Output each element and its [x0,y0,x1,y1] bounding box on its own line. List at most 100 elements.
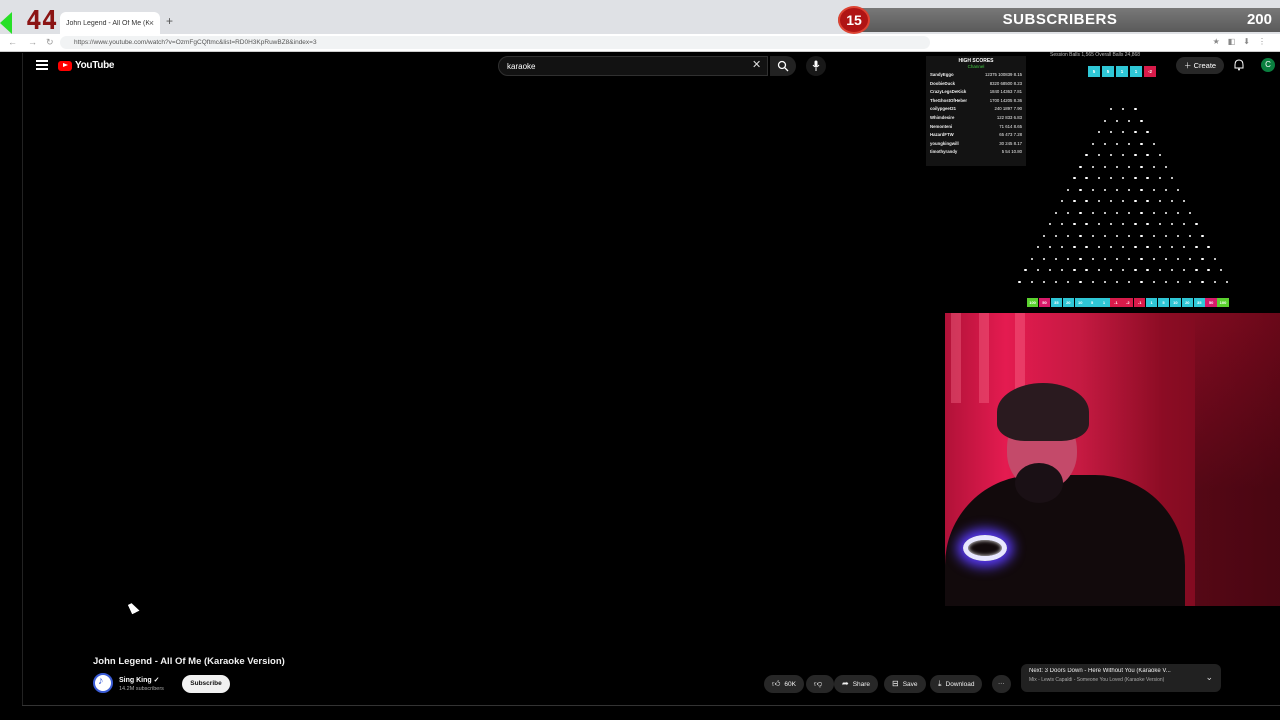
session-balls-info: Session Balls 1,565 Overall Balls 24,868 [1050,52,1141,58]
notifications-bell-icon[interactable] [1233,59,1245,71]
plinko-peg [1115,234,1119,237]
plinko-peg [1054,234,1058,237]
high-score-name: CrazyLegsDeKick [930,89,967,95]
next-in-mix-panel[interactable]: Next: 3 Doors Down - Here Without You (K… [1021,664,1221,692]
plinko-peg [1085,200,1088,203]
plinko-peg [1122,154,1125,157]
plinko-peg [1122,269,1125,272]
plinko-peg [1158,269,1161,272]
reload-icon[interactable]: ↻ [46,37,54,48]
plinko-peg [1091,280,1094,283]
share-button[interactable]: ➦ Share [834,675,879,693]
plinko-peg [1079,165,1082,168]
plinko-peg [1219,269,1222,272]
microphone-shape [1015,463,1063,503]
chevron-down-icon[interactable]: ⌄ [1205,672,1213,683]
plinko-peg [1128,280,1131,283]
account-avatar[interactable]: C [1261,58,1275,72]
plinko-peg [1097,154,1100,157]
plinko-peg [1091,257,1094,260]
high-score-name: youngkingwill [930,140,959,146]
high-score-row: coilypgeet21 240 1897 7.90 [930,105,1022,114]
high-score-name: HazardFTW [930,132,954,138]
plinko-peg [1134,108,1137,111]
create-label: Create [1193,61,1217,70]
plinko-peg [1030,257,1033,260]
plinko-peg [1152,257,1155,260]
plinko-peg [1109,223,1113,226]
plinko-peg [1097,177,1100,180]
recent-drop-chip: 5 [1088,66,1100,77]
plinko-peg [1097,246,1100,249]
plinko-peg [1103,165,1107,168]
youtube-wordmark: YouTube [75,60,115,71]
forward-arrow-icon[interactable]: → [28,37,37,47]
voice-search-button[interactable] [806,56,826,76]
plinko-peg [1146,223,1149,226]
plinko-peg [1122,131,1125,134]
plinko-peg [1042,257,1046,260]
download-button[interactable]: ⤓ Download [930,675,983,693]
plinko-peg [1109,246,1113,249]
plinko-peg [1189,280,1192,283]
plinko-peg [1183,246,1186,249]
channel-name[interactable]: Sing King ✓ [119,676,159,684]
high-scores-panel: HIGH SCORES Channel SandyEggo 12375 10083… [926,56,1026,166]
divider [22,705,1280,706]
plinko-peg [1128,119,1131,122]
search-input[interactable] [498,56,768,76]
plinko-peg [1225,280,1229,283]
plinko-peg [1115,257,1119,260]
plinko-peg [1103,142,1107,145]
like-button[interactable]: 👍︎ 60K [764,675,804,693]
recent-drop-chip: 5 [1102,66,1114,77]
plinko-peg [1109,177,1113,180]
channel-avatar[interactable] [93,673,113,693]
tab-close-icon[interactable]: × [149,18,154,28]
plinko-peg [1079,234,1082,237]
youtube-logo[interactable]: YouTube [58,60,115,71]
clear-search-icon[interactable]: ✕ [752,58,761,71]
plinko-peg [1195,246,1198,249]
url-field[interactable]: https://www.youtube.com/watch?v=OzmFgCQf… [60,36,930,49]
plinko-slot: -2 [1122,298,1134,307]
green-arrow-icon [0,12,12,34]
plinko-peg [1054,280,1058,283]
plinko-peg [1091,188,1094,191]
plinko-slot: 20 [1062,298,1074,307]
plinko-peg [1152,142,1155,145]
youtube-play-icon [58,60,72,71]
plinko-slot: 10 [1074,298,1086,307]
plinko-peg [1122,177,1125,180]
plinko-peg [1103,280,1107,283]
high-scores-list: SandyEggo 12375 100839 8.15 DoobieDuck 8320… [930,71,1022,157]
save-button[interactable]: ⊟ Save [884,675,926,693]
create-button[interactable]: ＋ Create [1176,57,1225,74]
high-score-name: DoobieDuck [930,80,956,86]
plinko-peg [1073,269,1076,272]
plinko-peg [1170,177,1174,180]
plinko-peg [1079,188,1082,191]
plinko-peg [1030,280,1033,283]
high-score-name: timothyrandy [930,149,958,155]
hamburger-menu-icon[interactable] [36,60,48,70]
plinko-peg [1146,131,1149,134]
plinko-peg [1128,188,1131,191]
plinko-peg [1024,269,1027,272]
extension-icons[interactable]: ★◧⬇⋮ [1213,37,1274,46]
browser-tab[interactable]: John Legend - All Of Me (Kar × [60,12,160,34]
high-scores-subtitle: Channel [967,64,985,69]
plinko-peg [1170,269,1174,272]
plinko-peg [1152,211,1155,214]
plinko-peg [1207,269,1210,272]
high-score-row: TheGhostOfHeber 1700 14205 8.36 [930,97,1022,106]
subscribe-button[interactable]: Subscribe [182,675,230,693]
back-arrow-icon[interactable]: ← [8,37,17,47]
dislike-button[interactable]: 👎︎ [806,675,835,693]
mix-title: Mix - Lewis Capaldi - Someone You Loved … [1029,677,1165,683]
plinko-peg [1067,234,1070,237]
search-button[interactable] [770,56,796,76]
more-actions-button[interactable]: ··· [992,675,1011,693]
new-tab-button[interactable]: + [166,14,173,28]
plinko-peg [1109,131,1113,134]
